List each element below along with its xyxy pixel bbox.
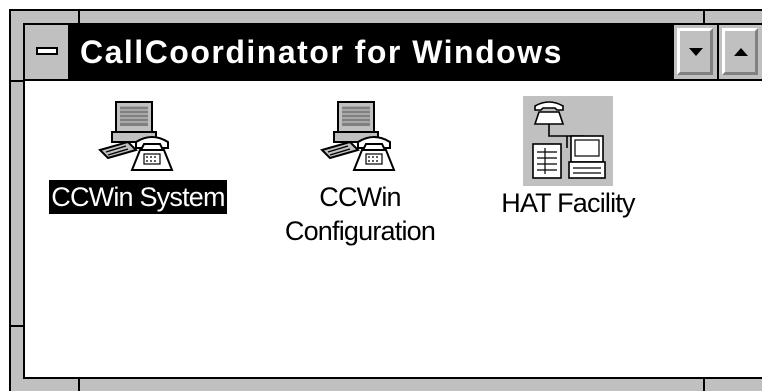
maximize-arrow-icon (733, 48, 748, 56)
program-item-ccwin-configuration[interactable]: CCWin Configuration (260, 96, 460, 248)
computer-phone-icon (98, 101, 174, 171)
frame-notch (703, 9, 705, 23)
program-item-label: CCWin System (49, 180, 227, 214)
minimize-arrow-icon (688, 48, 703, 56)
title-bar[interactable]: CallCoordinator for Windows (23, 23, 762, 81)
window-title: CallCoordinator for Windows (80, 34, 563, 70)
system-menu-icon (36, 47, 58, 55)
program-item-label-line1: CCWin (319, 182, 401, 212)
program-item-label-line2: Configuration (284, 216, 436, 246)
program-item-hat-facility[interactable]: HAT Facility (468, 96, 668, 220)
phone-network-icon (523, 96, 613, 186)
program-item-label: HAT Facility (501, 188, 635, 218)
minimize-button[interactable] (672, 25, 717, 79)
maximize-button[interactable] (717, 25, 762, 79)
window-bottom-edge (23, 377, 762, 379)
computer-phone-icon (320, 101, 396, 171)
frame-notch (78, 379, 80, 391)
frame-notch (9, 325, 23, 327)
frame-notch (9, 80, 23, 82)
frame-notch (78, 9, 80, 23)
program-item-ccwin-system[interactable]: CCWin System (30, 96, 246, 214)
frame-notch (703, 379, 705, 391)
system-menu-button[interactable] (25, 25, 70, 79)
